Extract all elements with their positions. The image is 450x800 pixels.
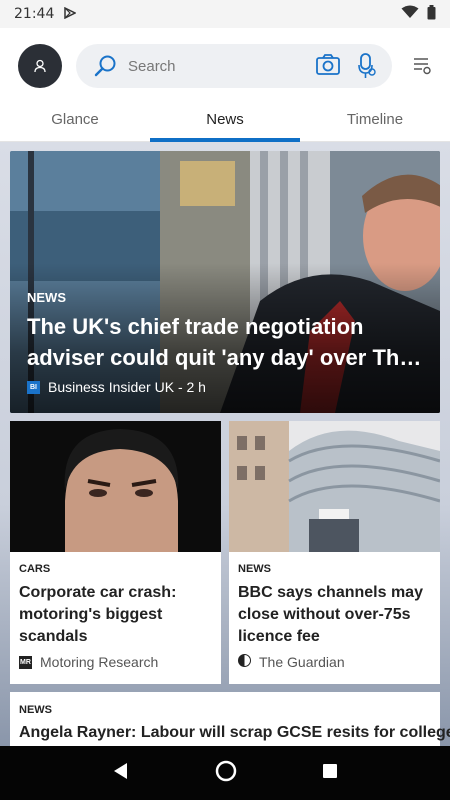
search-input[interactable] xyxy=(128,57,308,75)
tab-glance[interactable]: Glance xyxy=(0,100,150,141)
status-time: 21:44 xyxy=(14,6,55,22)
card-headline[interactable]: Corporate car crash: motoring's biggest … xyxy=(19,582,215,648)
card-source: The Guardian xyxy=(238,654,345,670)
app-header: Glance News Timeline xyxy=(0,28,450,142)
card-category: CARS xyxy=(19,563,51,575)
camera-search-icon[interactable] xyxy=(316,54,340,81)
card-source-label: The Guardian xyxy=(259,654,345,670)
card-category: NEWS xyxy=(19,704,52,716)
profile-avatar[interactable] xyxy=(18,44,62,88)
hero-source-label: Business Insider UK - 2 h xyxy=(48,379,206,395)
person-icon xyxy=(34,59,46,73)
search-bar[interactable] xyxy=(76,44,392,88)
card-photo-portrait xyxy=(10,421,221,552)
system-navigation-bar xyxy=(0,746,450,800)
tab-news[interactable]: News xyxy=(150,100,300,142)
card-headline[interactable]: BBC says channels may close without over… xyxy=(238,582,434,648)
search-icon xyxy=(94,55,116,77)
battery-icon xyxy=(427,4,436,24)
news-card-cars[interactable]: CARS Corporate car crash: motoring's big… xyxy=(10,421,221,684)
news-card-wide[interactable]: NEWS Angela Rayner: Labour will scrap GC… xyxy=(10,692,450,746)
guardian-logo-icon xyxy=(238,654,251,670)
card-source: MR Motoring Research xyxy=(19,654,158,670)
recents-icon[interactable] xyxy=(322,763,338,784)
hero-headline[interactable]: The UK's chief trade negotiation adviser… xyxy=(27,311,427,373)
news-feed[interactable]: NEWS The UK's chief trade negotiation ad… xyxy=(0,142,450,746)
card-headline[interactable]: Angela Rayner: Labour will scrap GCSE re… xyxy=(19,724,450,742)
hero-category: NEWS xyxy=(27,290,66,305)
card-category: NEWS xyxy=(238,563,271,575)
card-photo-building xyxy=(229,421,440,552)
status-bar: 21:44 xyxy=(0,0,450,28)
wifi-icon xyxy=(401,5,419,23)
tab-timeline[interactable]: Timeline xyxy=(300,100,450,141)
motoring-research-logo-icon: MR xyxy=(19,655,32,669)
news-card-bbc[interactable]: NEWS BBC says channels may close without… xyxy=(229,421,440,684)
feed-settings-icon[interactable] xyxy=(412,57,432,80)
business-insider-logo-icon: BI xyxy=(27,380,40,394)
tab-bar: Glance News Timeline xyxy=(0,100,450,142)
back-icon[interactable] xyxy=(112,762,130,785)
home-icon[interactable] xyxy=(215,760,237,787)
card-source-label: Motoring Research xyxy=(40,654,159,670)
hero-news-card[interactable]: NEWS The UK's chief trade negotiation ad… xyxy=(10,151,440,413)
play-store-notification-icon xyxy=(64,6,78,22)
hero-source: BI Business Insider UK - 2 h xyxy=(27,379,206,395)
microphone-icon[interactable] xyxy=(358,53,376,84)
